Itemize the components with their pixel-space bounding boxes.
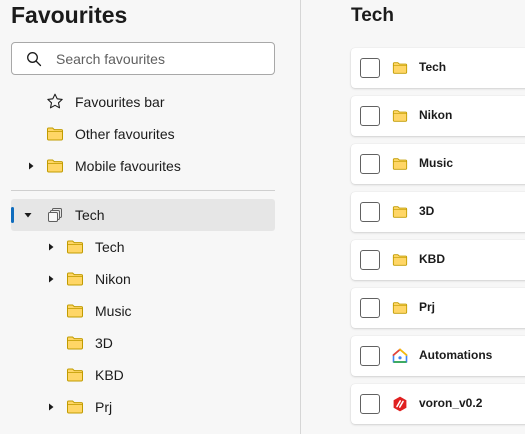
folder-icon [46, 126, 64, 142]
search-box[interactable] [11, 42, 275, 75]
search-input[interactable] [56, 50, 256, 67]
favourite-item[interactable]: KBD [351, 240, 525, 280]
collapse-caret-icon[interactable] [23, 210, 33, 220]
tree-item-label: Prj [95, 399, 113, 415]
tree-item-label: Nikon [95, 271, 131, 287]
sidebar-divider [11, 190, 275, 191]
folder-icon [392, 60, 408, 76]
item-checkbox[interactable] [360, 346, 380, 366]
favourite-item[interactable]: Automations [351, 336, 525, 376]
folder-icon [66, 303, 84, 319]
item-label: Tech [419, 60, 447, 74]
google-home-icon [392, 348, 408, 363]
folder-icon [66, 335, 84, 351]
star-icon [47, 93, 63, 109]
folder-icon [392, 156, 408, 172]
tree-item-label: Favourites bar [75, 94, 165, 110]
item-label: KBD [419, 252, 445, 266]
selection-indicator [11, 207, 14, 223]
item-label: Nikon [419, 108, 453, 122]
item-checkbox[interactable] [360, 154, 380, 174]
item-label: voron_v0.2 [419, 396, 483, 410]
folder-icon [66, 239, 84, 255]
tree-item-other-favourites[interactable]: Other favourites [11, 118, 275, 150]
tree-item-label: KBD [95, 367, 124, 383]
item-label: Music [419, 156, 454, 170]
sidebar-title: Favourites [11, 2, 128, 28]
folder-icon [392, 108, 408, 124]
tree-item-label: Tech [95, 239, 125, 255]
favourite-item[interactable]: 3D [351, 192, 525, 232]
tree-item-tech[interactable]: Tech [11, 231, 275, 263]
folder-icon [46, 158, 64, 174]
item-checkbox[interactable] [360, 106, 380, 126]
main-title: Tech [351, 5, 394, 26]
tree-item-label: Mobile favourites [75, 158, 181, 174]
expand-caret-icon[interactable] [46, 402, 56, 412]
tree-item-label: Other favourites [75, 126, 175, 142]
expand-caret-icon[interactable] [26, 161, 36, 171]
tree-item-3d[interactable]: 3D [11, 327, 275, 359]
expand-caret-icon[interactable] [46, 274, 56, 284]
favourite-item[interactable]: Nikon [351, 96, 525, 136]
tree-item-kbd[interactable]: KBD [11, 359, 275, 391]
favourite-item[interactable]: Prj [351, 288, 525, 328]
tree-item-label: Music [95, 303, 132, 319]
folder-icon [66, 399, 84, 415]
item-checkbox[interactable] [360, 58, 380, 78]
tree-item-label: 3D [95, 335, 113, 351]
folder-icon [66, 271, 84, 287]
tree-item-mobile-favourites[interactable]: Mobile favourites [11, 150, 275, 182]
favourite-item[interactable]: voron_v0.2 [351, 384, 525, 424]
pane-divider [300, 0, 301, 434]
favourite-item[interactable]: Music [351, 144, 525, 184]
folder-icon [66, 367, 84, 383]
item-checkbox[interactable] [360, 250, 380, 270]
tree-item-nikon[interactable]: Nikon [11, 263, 275, 295]
item-checkbox[interactable] [360, 298, 380, 318]
tree-item-music[interactable]: Music [11, 295, 275, 327]
tree-item-prj[interactable]: Prj [11, 391, 275, 423]
item-label: 3D [419, 204, 435, 218]
expand-caret-icon[interactable] [46, 242, 56, 252]
search-icon [27, 51, 42, 66]
folder-icon [392, 300, 408, 316]
favourite-item[interactable]: Tech [351, 48, 525, 88]
folder-icon [392, 204, 408, 220]
item-label: Automations [419, 348, 493, 362]
tree-item-label: Tech [75, 207, 105, 223]
item-checkbox[interactable] [360, 394, 380, 414]
tree-item-favourites-bar[interactable]: Favourites bar [11, 86, 275, 118]
favourites-sidebar: Favourites Favourites bar Other favourit… [0, 0, 300, 434]
item-label: Prj [419, 300, 436, 314]
item-checkbox[interactable] [360, 202, 380, 222]
collections-icon [48, 208, 62, 222]
voron-icon [393, 396, 407, 412]
tree-item-tech-collection[interactable]: Tech [11, 199, 275, 231]
folder-icon [392, 252, 408, 268]
